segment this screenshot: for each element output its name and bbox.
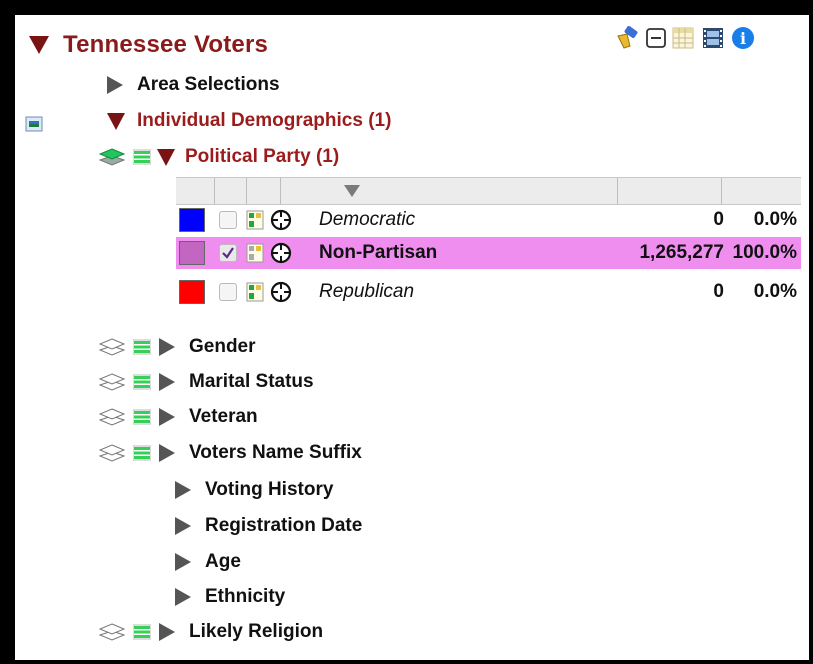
tree-item-veteran[interactable]: Veteran: [99, 401, 258, 433]
table-row-non-partisan[interactable]: Non-Partisan 1,265,277 100.0%: [176, 237, 801, 269]
layers-icon[interactable]: [99, 337, 125, 357]
color-swatch[interactable]: [179, 208, 205, 232]
svg-text:i: i: [740, 29, 746, 48]
color-swatch[interactable]: [179, 280, 205, 304]
table-row-republican[interactable]: Republican 0 0.0%: [176, 276, 801, 308]
tree-item-ethnicity[interactable]: Ethnicity: [175, 581, 285, 613]
panel-title: Tennessee Voters: [63, 31, 269, 58]
tree-item-political-party[interactable]: Political Party (1): [99, 141, 339, 173]
expand-triangle-icon[interactable]: [159, 338, 175, 356]
expand-triangle-icon[interactable]: [175, 481, 191, 499]
collapse-triangle-icon[interactable]: [157, 148, 175, 166]
target-icon[interactable]: [270, 209, 292, 231]
layers-icon[interactable]: [99, 372, 125, 392]
layers-icon[interactable]: [99, 407, 125, 427]
row-checkbox-checked[interactable]: [219, 244, 237, 262]
party-count: 0: [713, 209, 724, 230]
tree-item-likely-religion[interactable]: Likely Religion: [99, 616, 323, 648]
target-icon[interactable]: [270, 281, 292, 303]
info-icon[interactable]: i: [731, 26, 755, 50]
expand-triangle-icon[interactable]: [159, 623, 175, 641]
party-count: 1,265,277: [639, 242, 724, 263]
expand-triangle-icon[interactable]: [159, 408, 175, 426]
collapse-triangle-icon[interactable]: [107, 112, 125, 130]
party-label: Republican: [319, 281, 415, 302]
legend-item-icon[interactable]: [246, 282, 264, 302]
party-percent: 0.0%: [753, 209, 797, 230]
row-checkbox[interactable]: [219, 283, 237, 301]
legend-bars-icon[interactable]: [133, 624, 151, 640]
clear-brush-icon[interactable]: [615, 26, 641, 50]
legend-item-icon[interactable]: [246, 243, 264, 263]
tree-item-registration-date[interactable]: Registration Date: [175, 510, 362, 542]
tree-item-voting-history[interactable]: Voting History: [175, 474, 333, 506]
expand-triangle-icon[interactable]: [107, 76, 123, 94]
tree-item-age[interactable]: Age: [175, 546, 241, 578]
legend-bars-icon[interactable]: [133, 445, 151, 461]
layers-active-icon[interactable]: [99, 147, 125, 167]
panel-header: Tennessee Voters: [29, 27, 268, 63]
tree-item-gender[interactable]: Gender: [99, 331, 256, 363]
target-icon[interactable]: [270, 242, 292, 264]
layers-icon[interactable]: [99, 443, 125, 463]
row-checkbox[interactable]: [219, 211, 237, 229]
tree-item-area-selections[interactable]: Area Selections: [107, 69, 280, 101]
party-percent: 0.0%: [753, 281, 797, 302]
party-label: Democratic: [319, 209, 416, 230]
legend-bars-icon[interactable]: [133, 339, 151, 355]
legend-bars-icon[interactable]: [133, 149, 151, 165]
table-row-democratic[interactable]: Democratic 0 0.0%: [176, 204, 801, 236]
table-icon[interactable]: [671, 26, 695, 50]
party-label: Non-Partisan: [319, 242, 438, 263]
party-count: 0: [713, 281, 724, 302]
layers-icon[interactable]: [99, 622, 125, 642]
legend-item-icon[interactable]: [246, 210, 264, 230]
tree-item-voters-name-suffix[interactable]: Voters Name Suffix: [99, 437, 362, 469]
tree-item-individual-demographics[interactable]: Individual Demographics (1): [107, 105, 391, 137]
layer-panel: Tennessee Voters i Area Selections Indiv…: [15, 15, 809, 660]
table-header: [176, 177, 801, 205]
tree-item-marital-status[interactable]: Marital Status: [99, 366, 314, 398]
sort-arrow-icon[interactable]: [342, 184, 362, 198]
collapse-all-icon[interactable]: [645, 26, 667, 50]
legend-bars-icon[interactable]: [133, 374, 151, 390]
expand-triangle-icon[interactable]: [175, 553, 191, 571]
layer-status-icon[interactable]: [25, 115, 43, 133]
expand-triangle-icon[interactable]: [159, 373, 175, 391]
collapse-triangle-icon[interactable]: [29, 36, 49, 54]
color-swatch[interactable]: [179, 241, 205, 265]
legend-bars-icon[interactable]: [133, 409, 151, 425]
expand-triangle-icon[interactable]: [175, 588, 191, 606]
expand-triangle-icon[interactable]: [175, 517, 191, 535]
party-percent: 100.0%: [732, 242, 797, 263]
filmstrip-icon[interactable]: [701, 26, 725, 50]
expand-triangle-icon[interactable]: [159, 444, 175, 462]
checkmark-icon: [222, 247, 234, 259]
